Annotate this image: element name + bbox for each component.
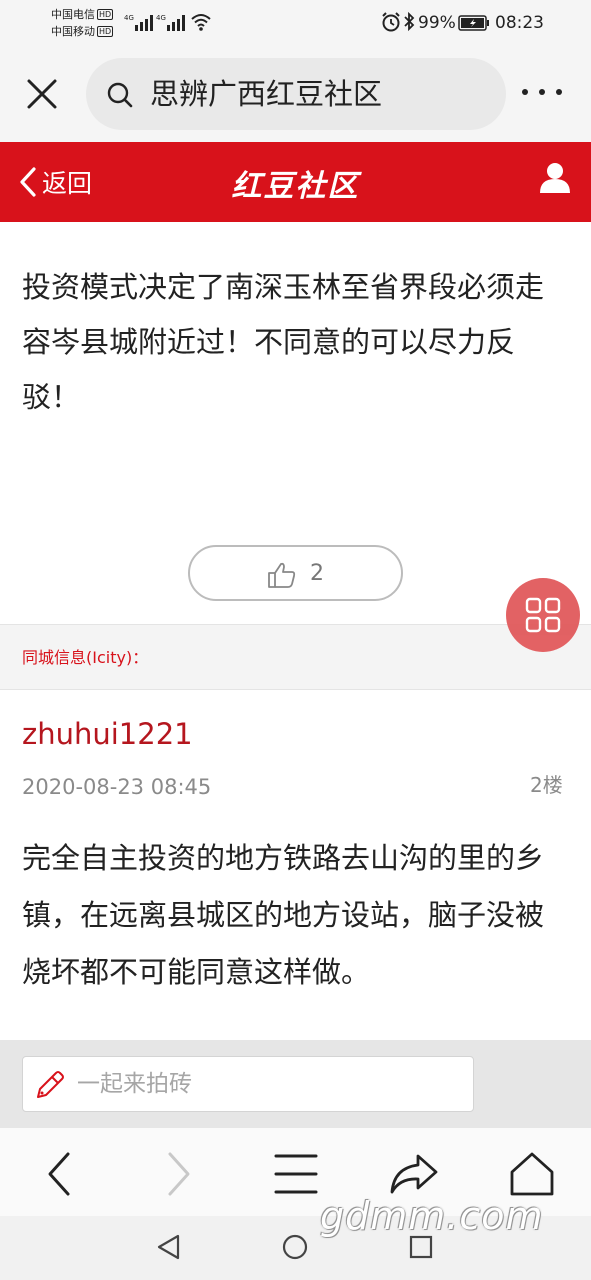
site-header: 返回 红豆社区 — [0, 142, 591, 222]
forward-arrow-icon[interactable] — [150, 1146, 206, 1202]
battery-icon — [458, 15, 489, 31]
search-query: 思辨广西红豆社区 — [150, 77, 383, 111]
browser-toolbar: 思辨广西红豆社区 — [0, 46, 591, 142]
back-arrow-icon[interactable] — [32, 1146, 88, 1202]
user-icon[interactable] — [538, 160, 572, 194]
system-back-icon[interactable] — [154, 1232, 184, 1262]
post-body: 投资模式决定了南深玉林至省界段必须走容岑县城附近过！不同意的可以尽力反驳！ — [22, 270, 545, 414]
signal-icon: 4G — [124, 14, 153, 31]
svg-text:4G: 4G — [156, 14, 166, 22]
wifi-icon — [191, 14, 211, 31]
comment-bar: 一起来拍砖 — [0, 1040, 591, 1128]
search-input[interactable]: 思辨广西红豆社区 — [86, 58, 506, 130]
menu-fab-button[interactable] — [506, 578, 580, 652]
more-icon[interactable] — [518, 80, 566, 104]
carrier-2: 中国移动 HD — [51, 25, 114, 38]
search-icon — [107, 82, 133, 108]
carrier-1: 中国电信 HD — [51, 8, 114, 21]
section-header: 同城信息(Icity)： — [0, 624, 591, 690]
svg-text:4G: 4G — [124, 14, 134, 22]
battery-percent: 99% — [418, 13, 456, 33]
like-count: 2 — [310, 561, 324, 586]
reply-floor: 2楼 — [530, 773, 563, 797]
reply-timestamp: 2020-08-23 08:45 — [22, 775, 212, 799]
alarm-icon — [382, 12, 400, 32]
reply-author[interactable]: zhuhui1221 — [22, 714, 193, 754]
status-bar: 中国电信 HD 中国移动 HD 4G 4G 99% 08:23 — [0, 0, 591, 46]
site-logo[interactable]: 红豆社区 — [0, 161, 591, 205]
section-title: 同城信息(Icity)： — [22, 648, 149, 667]
pencil-icon — [37, 1071, 64, 1098]
watermark: gdmm.com — [320, 1194, 544, 1238]
menu-icon[interactable] — [268, 1146, 324, 1202]
bluetooth-icon — [404, 11, 415, 32]
thumbs-up-icon — [268, 562, 296, 588]
clock: 08:23 — [495, 13, 544, 33]
reply-body: 完全自主投资的地方铁路去山沟的里的乡镇，在远离县城区的地方设站，脑子没被烧坏都不… — [22, 841, 545, 989]
like-button[interactable]: 2 — [188, 545, 403, 601]
system-home-icon[interactable] — [280, 1232, 310, 1262]
grid-icon — [525, 597, 561, 633]
signal-icon-2: 4G — [156, 14, 185, 31]
close-icon[interactable] — [24, 76, 60, 112]
comment-placeholder: 一起来拍砖 — [77, 1071, 192, 1097]
comment-input[interactable]: 一起来拍砖 — [22, 1056, 474, 1112]
